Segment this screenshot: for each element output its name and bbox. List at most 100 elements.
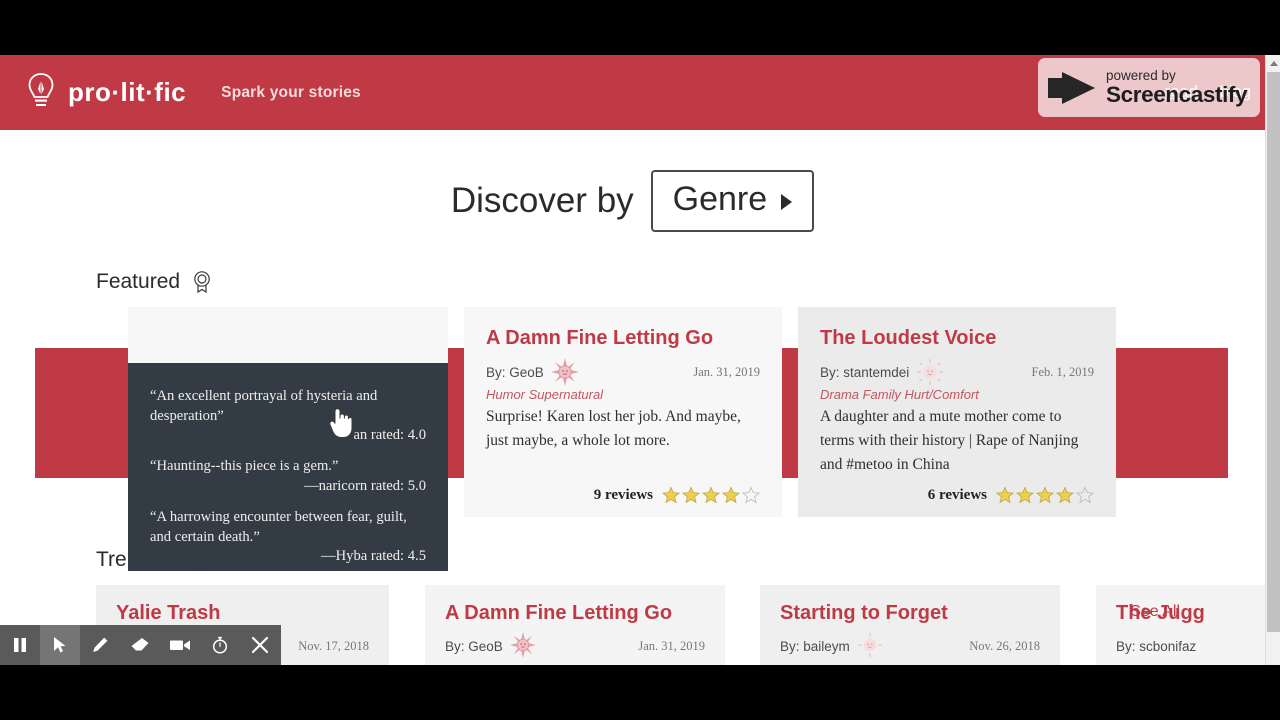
eraser-tool-button[interactable] — [120, 625, 160, 665]
card-meta: By: GeoB Jan. 31, 2019 — [445, 632, 705, 660]
featured-card[interactable]: A Damn Fine Letting Go By: GeoB Jan. 31,… — [464, 307, 782, 517]
lightbulb-pen-icon — [26, 71, 56, 115]
review-quote-attribution: —Hyba rated: 4.5 — [321, 548, 426, 565]
letterbox-bottom-bar — [0, 665, 1280, 720]
sunburst-avatar-icon — [509, 632, 538, 660]
see-all-link[interactable]: See All — [1130, 603, 1180, 621]
review-quote: “An excellent portrayal of hysteria and … — [150, 387, 426, 444]
card-tags: Drama Family Hurt/Comfort — [820, 387, 979, 402]
star-icon-filled — [721, 486, 741, 504]
review-quote-text: “An excellent portrayal of hysteria and … — [150, 388, 378, 424]
card-rating: 6 reviews — [927, 486, 1095, 504]
card-title: The Loudest Voice — [820, 327, 997, 349]
eraser-icon — [130, 636, 150, 654]
stopwatch-icon — [211, 636, 229, 654]
card-title: A Damn Fine Letting Go — [486, 327, 714, 349]
card-date: Nov. 26, 2018 — [969, 638, 1040, 653]
sun-avatar-icon — [916, 358, 944, 386]
screencastify-recorder-toolbar — [0, 625, 281, 665]
review-count: 9 reviews — [593, 486, 653, 503]
close-button[interactable] — [240, 625, 280, 665]
card-title: Starting to Forget — [780, 602, 948, 624]
card-meta: By: GeoB Jan. 31, 2019 — [486, 358, 760, 386]
cursor-tool-button[interactable] — [40, 625, 80, 665]
pause-button[interactable] — [0, 625, 40, 665]
card-description: A daughter and a mute mother come to ter… — [820, 408, 1079, 474]
card-author: By: GeoB — [445, 638, 503, 654]
trending-card[interactable]: A Damn Fine Letting Go By: GeoB Jan. 31,… — [425, 585, 725, 665]
sun-avatar-icon — [857, 632, 885, 660]
screen-root: pro·lit·fic Spark your stories read blog… — [0, 0, 1280, 720]
review-quote: “A harrowing encounter between fear, gui… — [150, 508, 426, 565]
screencastify-name: Screencastify — [1106, 81, 1248, 107]
play-button-icon — [1048, 70, 1098, 106]
featured-reviews-tooltip: “An excellent portrayal of hysteria and … — [128, 363, 448, 571]
star-icon-filled — [1035, 486, 1055, 504]
card-date: Feb. 1, 2019 — [1031, 364, 1095, 379]
star-icon-filled — [681, 486, 701, 504]
star-icon-empty — [1075, 486, 1095, 504]
review-quote-text: “A harrowing encounter between fear, gui… — [150, 509, 407, 545]
screencastify-watermark: powered by Screencastify — [1038, 58, 1260, 117]
card-date: Jan. 31, 2019 — [693, 364, 760, 379]
sunburst-avatar-icon — [550, 358, 579, 386]
video-camera-icon — [169, 637, 191, 653]
card-author: By: scbonifaz — [1116, 638, 1197, 654]
featured-section-heading: Featured — [96, 270, 213, 294]
star-icon-filled — [1015, 486, 1035, 504]
card-date: Nov. 17, 2018 — [298, 638, 369, 653]
timer-button[interactable] — [200, 625, 240, 665]
screencastify-label: powered by Screencastify — [1106, 68, 1248, 107]
genre-button-label: Genre — [672, 180, 768, 218]
featured-card[interactable]: The Loudest Voice By: stantemdei Feb. 1,… — [798, 307, 1116, 517]
review-count: 6 reviews — [927, 486, 987, 503]
trending-card[interactable]: Starting to Forget By: baileym Nov. 26, … — [760, 585, 1060, 665]
cursor-arrow-icon — [51, 636, 69, 654]
card-meta: By: baileym Nov. 26, 2018 — [780, 632, 1040, 660]
star-rating — [995, 486, 1095, 504]
trending-card[interactable]: The Jugg By: scbonifaz — [1096, 585, 1280, 665]
card-title: A Damn Fine Letting Go — [445, 602, 673, 624]
card-author: By: baileym — [780, 638, 850, 654]
record-button[interactable] — [160, 625, 200, 665]
star-icon-filled — [661, 486, 681, 504]
card-description: Surprise! Karen lost her job. And maybe,… — [486, 408, 741, 450]
card-date: Jan. 31, 2019 — [638, 638, 705, 653]
card-meta: By: stantemdei Feb. 1, 2019 — [820, 359, 1094, 385]
card-author: By: GeoB — [486, 364, 544, 380]
star-icon-empty — [741, 486, 761, 504]
review-quote-attribution: —naricorn rated: 5.0 — [304, 478, 426, 495]
page-viewport: pro·lit·fic Spark your stories read blog… — [0, 55, 1280, 665]
close-x-icon — [251, 636, 269, 654]
star-icon-filled — [1055, 486, 1075, 504]
brand-name: pro·lit·fic — [68, 77, 187, 107]
card-tags: Humor Supernatural — [486, 387, 604, 402]
award-ribbon-icon — [191, 270, 213, 294]
letterbox-top-bar — [0, 0, 1280, 55]
scroll-up-arrow-icon[interactable] — [1266, 55, 1280, 72]
card-author: By: stantemdei — [820, 364, 910, 380]
powered-by-text: powered by — [1106, 68, 1176, 83]
vertical-scrollbar[interactable] — [1265, 55, 1280, 665]
pause-icon — [11, 636, 29, 654]
card-title: Yalie Trash — [116, 602, 221, 624]
review-quote: “Haunting--this piece is a gem.” —narico… — [150, 457, 426, 495]
site-tagline: Spark your stories — [221, 83, 361, 101]
star-icon-filled — [995, 486, 1015, 504]
star-rating — [661, 486, 761, 504]
chevron-right-icon — [781, 193, 793, 210]
discover-header: Discover by Genre — [0, 170, 1265, 232]
card-meta: By: scbonifaz — [1116, 633, 1280, 659]
brand-logo[interactable]: pro·lit·fic — [26, 71, 186, 115]
pen-tool-button[interactable] — [80, 625, 120, 665]
pencil-icon — [91, 636, 109, 654]
card-rating: 9 reviews — [593, 486, 761, 504]
discover-label: Discover by — [450, 181, 634, 220]
scrollbar-thumb[interactable] — [1267, 72, 1280, 632]
mouse-cursor-pointer-icon — [327, 406, 355, 440]
review-quote-attribution: an rated: 4.0 — [353, 427, 426, 444]
star-icon-filled — [701, 486, 721, 504]
review-quote-text: “Haunting--this piece is a gem.” — [150, 458, 339, 475]
genre-dropdown-button[interactable]: Genre — [650, 170, 815, 232]
featured-heading-label: Featured — [96, 270, 181, 293]
